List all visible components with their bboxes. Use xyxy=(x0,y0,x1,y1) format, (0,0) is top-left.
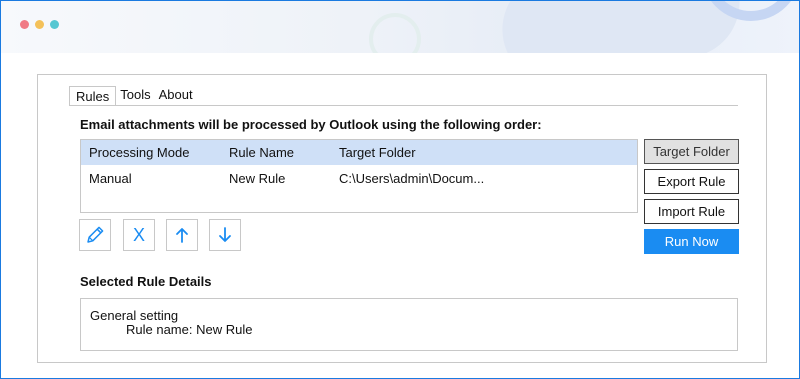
cell-target-folder: C:\Users\admin\Docum... xyxy=(339,171,485,186)
close-window-dot[interactable] xyxy=(20,20,29,29)
target-folder-button[interactable]: Target Folder xyxy=(644,139,739,164)
tab-tools[interactable]: Tools xyxy=(116,85,154,105)
table-header-row: Processing Mode Rule Name Target Folder xyxy=(81,140,637,165)
tab-bar: Rules Tools About xyxy=(69,84,197,106)
tab-divider xyxy=(69,105,738,106)
selected-rule-details-heading: Selected Rule Details xyxy=(80,274,212,289)
delete-rule-button[interactable]: X xyxy=(123,219,155,251)
tab-rules[interactable]: Rules xyxy=(69,86,117,106)
minimize-window-dot[interactable] xyxy=(35,20,44,29)
move-up-button[interactable] xyxy=(166,219,198,251)
rules-table: Processing Mode Rule Name Target Folder … xyxy=(80,139,638,213)
cell-processing-mode: Manual xyxy=(89,171,132,186)
cell-rule-name: New Rule xyxy=(229,171,286,186)
rules-order-heading: Email attachments will be processed by O… xyxy=(80,117,542,132)
selected-rule-details-box: General setting Rule name: New Rule xyxy=(80,298,738,351)
decorative-ring xyxy=(369,13,421,53)
move-down-button[interactable] xyxy=(209,219,241,251)
maximize-window-dot[interactable] xyxy=(50,20,59,29)
pencil-icon xyxy=(87,226,104,243)
table-row[interactable]: Manual New Rule C:\Users\admin\Docum... xyxy=(81,166,637,191)
arrow-down-icon xyxy=(219,227,231,242)
column-header-target-folder[interactable]: Target Folder xyxy=(339,145,416,160)
run-now-button[interactable]: Run Now xyxy=(644,229,739,254)
x-icon: X xyxy=(132,224,145,245)
rules-window: Rules Tools About Email attachments will… xyxy=(37,74,767,363)
tab-about[interactable]: About xyxy=(155,85,197,105)
arrow-up-icon xyxy=(176,228,188,243)
general-setting-label: General setting xyxy=(90,308,179,323)
edit-rule-button[interactable] xyxy=(79,219,111,251)
import-rule-button[interactable]: Import Rule xyxy=(644,199,739,224)
column-header-processing-mode[interactable]: Processing Mode xyxy=(89,145,189,160)
export-rule-button[interactable]: Export Rule xyxy=(644,169,739,194)
app-frame: Rules Tools About Email attachments will… xyxy=(0,0,800,379)
title-bar xyxy=(1,1,799,53)
rule-name-detail: Rule name: New Rule xyxy=(126,322,253,337)
decorative-shape xyxy=(492,1,750,53)
column-header-rule-name[interactable]: Rule Name xyxy=(229,145,294,160)
